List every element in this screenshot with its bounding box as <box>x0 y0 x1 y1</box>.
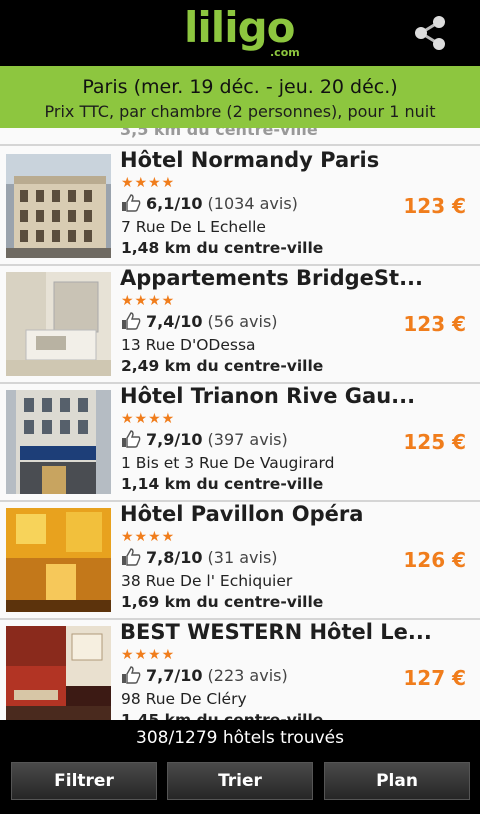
hotel-address: 98 Rue De Cléry <box>121 690 247 708</box>
hotel-name: Hôtel Pavillon Opéra <box>120 502 364 526</box>
hotel-photo <box>6 626 111 720</box>
review-score: 7,7/10 (223 avis) <box>121 666 288 685</box>
star-rating: ★★★★ <box>121 529 176 545</box>
review-count: (397 avis) <box>207 430 288 449</box>
top-bar: liligo .com <box>0 0 480 66</box>
hotel-name: BEST WESTERN Hôtel Le... <box>120 620 432 644</box>
review-score: 7,9/10 (397 avis) <box>121 430 288 449</box>
filter-button[interactable]: Filtrer <box>11 762 157 800</box>
sort-button[interactable]: Trier <box>167 762 313 800</box>
score-value: 6,1/10 <box>146 194 203 213</box>
hotel-name: Hôtel Trianon Rive Gau... <box>120 384 416 408</box>
star-rating: ★★★★ <box>121 411 176 427</box>
score-value: 7,9/10 <box>146 430 203 449</box>
partial-list-item-text: 3,5 km du centre-ville <box>120 128 318 139</box>
thumbs-up-icon <box>121 666 141 684</box>
hotel-address: 13 Rue D'ODessa <box>121 336 256 354</box>
search-subtitle: Prix TTC, par chambre (2 personnes), pou… <box>44 102 436 121</box>
review-score: 6,1/10 (1034 avis) <box>121 194 298 213</box>
hotel-photo <box>6 154 111 258</box>
hotel-address: 38 Rue De l' Echiquier <box>121 572 293 590</box>
review-count: (223 avis) <box>207 666 288 685</box>
hotel-price: 126 € <box>403 548 466 572</box>
score-value: 7,4/10 <box>146 312 203 331</box>
star-rating: ★★★★ <box>121 175 176 191</box>
hotel-photo <box>6 272 111 376</box>
thumbs-up-icon <box>121 312 141 330</box>
score-value: 7,8/10 <box>146 548 203 567</box>
search-title: Paris (mer. 19 déc. - jeu. 20 déc.) <box>82 76 398 98</box>
hotel-name: Appartements BridgeSt... <box>120 266 424 290</box>
liligo-logo: liligo .com <box>184 3 300 60</box>
hotel-price: 125 € <box>403 430 466 454</box>
bottom-bar: 308/1279 hôtels trouvés Filtrer Trier Pl… <box>0 720 480 814</box>
hotel-name: Hôtel Normandy Paris <box>120 148 380 172</box>
logo-suffix: .com <box>270 46 300 59</box>
star-rating: ★★★★ <box>121 647 176 663</box>
hotel-list-item[interactable]: Appartements BridgeSt... ★★★★ 7,4/10 (56… <box>0 264 480 382</box>
hotel-price: 127 € <box>403 666 466 690</box>
thumbs-up-icon <box>121 430 141 448</box>
map-button[interactable]: Plan <box>324 762 470 800</box>
logo-text: liligo <box>184 3 296 52</box>
thumbs-up-icon <box>121 194 141 212</box>
score-value: 7,7/10 <box>146 666 203 685</box>
review-count: (56 avis) <box>207 312 278 331</box>
hotel-distance: 1,14 km du centre-ville <box>121 475 324 493</box>
hotel-address: 1 Bis et 3 Rue De Vaugirard <box>121 454 335 472</box>
hotel-distance: 1,45 km du centre-ville <box>121 711 324 720</box>
hotel-photo <box>6 390 111 494</box>
hotel-distance: 1,48 km du centre-ville <box>121 239 324 257</box>
hotel-list-item[interactable]: Hôtel Normandy Paris ★★★★ 6,1/10 (1034 a… <box>0 146 480 264</box>
hotel-distance: 1,69 km du centre-ville <box>121 593 324 611</box>
hotel-photo <box>6 508 111 612</box>
thumbs-up-icon <box>121 548 141 566</box>
hotel-list-item[interactable]: Hôtel Pavillon Opéra ★★★★ 7,8/10 (31 avi… <box>0 500 480 618</box>
review-score: 7,8/10 (31 avis) <box>121 548 278 567</box>
results-count: 308/1279 hôtels trouvés <box>136 728 344 748</box>
hotel-distance: 2,49 km du centre-ville <box>121 357 324 375</box>
hotel-list-item[interactable]: Hôtel Trianon Rive Gau... ★★★★ 7,9/10 (3… <box>0 382 480 500</box>
review-count: (1034 avis) <box>207 194 298 213</box>
hotel-price: 123 € <box>403 312 466 336</box>
hotel-list[interactable]: 3,5 km du centre-ville Hôtel Normandy Pa… <box>0 128 480 720</box>
hotel-address: 7 Rue De L Echelle <box>121 218 266 236</box>
search-summary-header: Paris (mer. 19 déc. - jeu. 20 déc.) Prix… <box>0 66 480 128</box>
star-rating: ★★★★ <box>121 293 176 309</box>
hotel-price: 123 € <box>403 194 466 218</box>
hotel-list-item[interactable]: BEST WESTERN Hôtel Le... ★★★★ 7,7/10 (22… <box>0 618 480 720</box>
review-score: 7,4/10 (56 avis) <box>121 312 278 331</box>
share-icon[interactable] <box>412 14 450 52</box>
review-count: (31 avis) <box>207 548 278 567</box>
